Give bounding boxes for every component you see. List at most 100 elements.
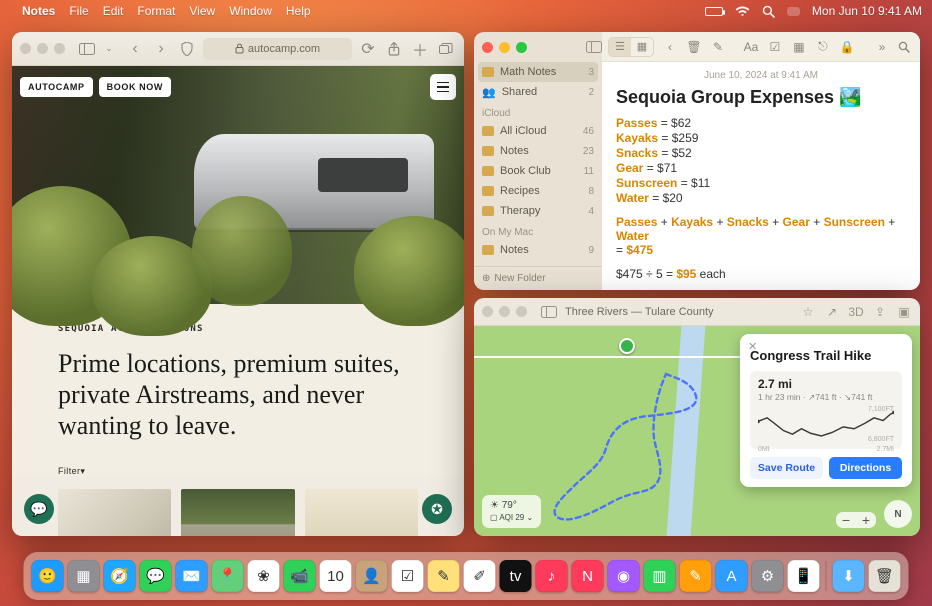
dock-facetime-icon[interactable]: 📹: [284, 560, 316, 592]
share-icon[interactable]: [384, 39, 404, 59]
lock-icon[interactable]: 🔒: [839, 40, 855, 54]
back-icon[interactable]: ‹: [125, 39, 145, 59]
window-controls[interactable]: [20, 43, 65, 54]
dock-messages-icon[interactable]: 💬: [140, 560, 172, 592]
map-canvas[interactable]: ☀︎ 79° ▢ AQI 29 ⌄ −+ N ✕ Congress Trail …: [474, 326, 920, 536]
spotlight-icon[interactable]: [762, 5, 775, 18]
menu-format[interactable]: Format: [137, 4, 175, 18]
dock-contacts-icon[interactable]: 👤: [356, 560, 388, 592]
window-controls[interactable]: [482, 42, 527, 53]
zoom-out-icon[interactable]: −: [836, 512, 856, 528]
brand-pill[interactable]: AUTOCAMP: [20, 77, 93, 97]
note-date: June 10, 2024 at 9:41 AM: [616, 70, 906, 81]
sidebar-item-book-club[interactable]: Book Club11: [474, 161, 602, 181]
dock-finder-icon[interactable]: 🙂: [32, 560, 64, 592]
save-route-button[interactable]: Save Route: [750, 457, 823, 479]
route-title: Congress Trail Hike: [750, 348, 902, 363]
control-center-icon[interactable]: [787, 7, 800, 16]
dock-photos-icon[interactable]: ❀: [248, 560, 280, 592]
app-menu[interactable]: Notes: [22, 4, 55, 18]
route-icon[interactable]: ↗: [824, 305, 840, 319]
3d-icon[interactable]: 3D: [848, 305, 864, 319]
layers-icon[interactable]: ▣: [896, 305, 912, 319]
sidebar-item-notes[interactable]: Notes23: [474, 141, 602, 161]
dock-trash-icon[interactable]: 🗑: [869, 560, 901, 592]
dock-tv-icon[interactable]: tv: [500, 560, 532, 592]
dock-safari-icon[interactable]: 🧭: [104, 560, 136, 592]
dock-pages-icon[interactable]: ✎: [680, 560, 712, 592]
dock-notes-icon[interactable]: ✎: [428, 560, 460, 592]
bookmark-icon[interactable]: ☆: [800, 305, 816, 319]
menu-file[interactable]: File: [69, 4, 88, 18]
menu-window[interactable]: Window: [229, 4, 272, 18]
chevron-down-icon[interactable]: ⌄: [99, 39, 119, 59]
book-now-button[interactable]: BOOK NOW: [99, 77, 171, 97]
table-icon[interactable]: ▦: [791, 40, 807, 54]
checklist-icon[interactable]: ☑︎: [767, 40, 783, 54]
shield-icon[interactable]: [177, 39, 197, 59]
compose-icon[interactable]: ✎: [710, 40, 726, 54]
menu-help[interactable]: Help: [286, 4, 311, 18]
compass-icon[interactable]: N: [884, 500, 912, 528]
close-icon[interactable]: ✕: [748, 340, 757, 353]
thumbnail[interactable]: [58, 489, 171, 536]
forward-icon[interactable]: ›: [151, 39, 171, 59]
dock-launchpad-icon[interactable]: ▦: [68, 560, 100, 592]
more-icon[interactable]: »: [874, 40, 890, 54]
sidebar-item-recipes[interactable]: Recipes8: [474, 181, 602, 201]
trailhead-pin-icon[interactable]: [619, 338, 635, 354]
dock-music-icon[interactable]: ♪: [536, 560, 568, 592]
address-bar[interactable]: autocamp.com: [203, 38, 352, 60]
filter-button[interactable]: Filter▾: [58, 466, 418, 477]
sidebar-item-therapy[interactable]: Therapy4: [474, 201, 602, 221]
accessibility-fab-icon[interactable]: ✪: [422, 494, 452, 524]
dock-mail-icon[interactable]: ✉️: [176, 560, 208, 592]
thumbnail[interactable]: [181, 489, 294, 536]
directions-button[interactable]: Directions: [829, 457, 902, 479]
weather-widget[interactable]: ☀︎ 79° ▢ AQI 29 ⌄: [482, 495, 541, 528]
media-icon[interactable]: ⎋: [815, 39, 831, 54]
search-icon[interactable]: [898, 41, 914, 53]
dock-iphone-icon[interactable]: 📱: [788, 560, 820, 592]
zoom-in-icon[interactable]: +: [856, 512, 876, 528]
dock-appstore-icon[interactable]: A: [716, 560, 748, 592]
dock-reminders-icon[interactable]: ☑︎: [392, 560, 424, 592]
grid-view-icon[interactable]: ▦: [631, 38, 653, 56]
dock-calendar-icon[interactable]: 10: [320, 560, 352, 592]
window-controls[interactable]: [482, 306, 527, 317]
new-tab-icon[interactable]: ＋: [410, 39, 430, 59]
sidebar-item-local-notes[interactable]: Notes9: [474, 240, 602, 260]
dock-settings-icon[interactable]: ⚙︎: [752, 560, 784, 592]
new-folder-button[interactable]: ⊕New Folder: [474, 266, 602, 290]
sidebar-toggle-icon[interactable]: [541, 306, 557, 318]
note-editor[interactable]: June 10, 2024 at 9:41 AM Sequoia Group E…: [602, 62, 920, 289]
sidebar-toggle-icon[interactable]: [77, 39, 97, 59]
dock-numbers-icon[interactable]: ▥: [644, 560, 676, 592]
menu-edit[interactable]: Edit: [103, 4, 124, 18]
menubar-clock[interactable]: Mon Jun 10 9:41 AM: [812, 4, 922, 18]
dock-news-icon[interactable]: N: [572, 560, 604, 592]
sidebar-toggle-icon[interactable]: [586, 41, 602, 53]
dock-freeform-icon[interactable]: ✐: [464, 560, 496, 592]
hamburger-menu-button[interactable]: [430, 74, 456, 100]
tab-overview-icon[interactable]: [436, 39, 456, 59]
wifi-icon[interactable]: [735, 6, 750, 17]
dock-podcasts-icon[interactable]: ◉: [608, 560, 640, 592]
menu-view[interactable]: View: [189, 4, 215, 18]
view-mode-segmented[interactable]: ☰▦: [608, 37, 654, 57]
zoom-control[interactable]: −+: [836, 512, 876, 528]
dock-maps-icon[interactable]: 📍: [212, 560, 244, 592]
battery-icon[interactable]: [705, 7, 723, 16]
trash-icon[interactable]: 🗑: [686, 40, 702, 54]
reload-icon[interactable]: ⟳: [358, 39, 378, 59]
sidebar-item-shared[interactable]: 👥Shared2: [474, 82, 602, 102]
dock-downloads-icon[interactable]: ⬇︎: [833, 560, 865, 592]
chat-fab-icon[interactable]: 💬: [24, 494, 54, 524]
share-icon[interactable]: ⇪: [872, 305, 888, 319]
format-icon[interactable]: Aa: [743, 40, 759, 54]
sidebar-item-all-icloud[interactable]: All iCloud46: [474, 121, 602, 141]
back-icon[interactable]: ‹: [662, 40, 678, 54]
thumbnail[interactable]: [305, 489, 418, 536]
list-view-icon[interactable]: ☰: [609, 38, 631, 56]
sidebar-item-math-notes[interactable]: Math Notes3: [478, 62, 598, 82]
